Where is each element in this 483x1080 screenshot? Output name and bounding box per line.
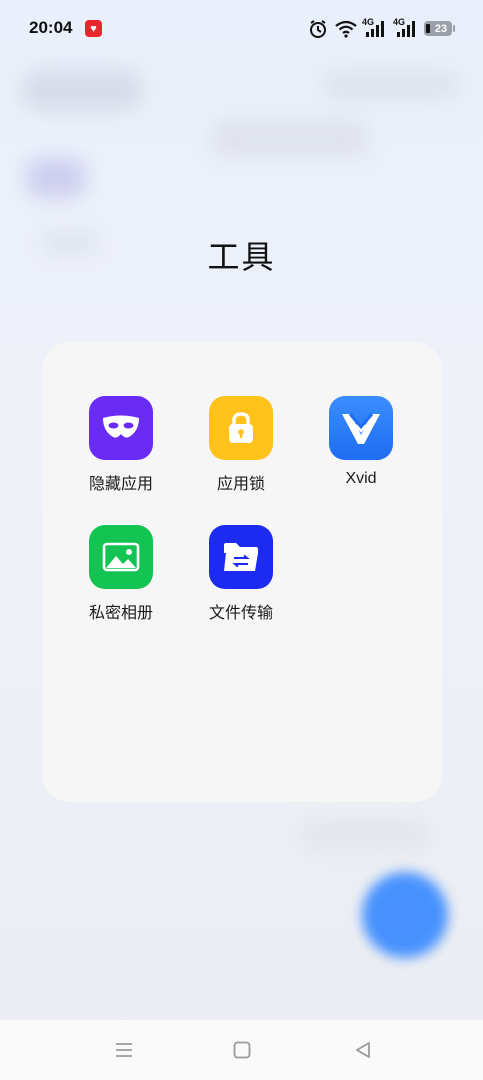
app-file-transfer[interactable]: 文件传输 bbox=[186, 525, 296, 635]
app-hidden-apps[interactable]: 隐藏应用 bbox=[66, 396, 176, 506]
folder-title[interactable]: 工具 bbox=[0, 232, 483, 278]
app-label: 隐藏应用 bbox=[88, 476, 153, 493]
mask-icon bbox=[89, 396, 153, 460]
background-widget bbox=[22, 70, 142, 110]
battery-cap bbox=[453, 25, 455, 32]
home-icon[interactable] bbox=[230, 1038, 254, 1062]
background-widget bbox=[210, 118, 370, 158]
status-time: 20:04 bbox=[29, 18, 73, 37]
notification-app-icon: ♥ bbox=[85, 20, 102, 37]
folder-transfer-icon bbox=[209, 525, 273, 589]
signal-icon bbox=[397, 21, 415, 37]
lock-icon bbox=[209, 396, 273, 460]
back-icon[interactable] bbox=[351, 1038, 375, 1062]
signal-icon bbox=[366, 21, 384, 37]
background-widget bbox=[26, 158, 86, 198]
app-label: 文件传输 bbox=[208, 605, 273, 622]
battery-icon: 23 bbox=[424, 21, 452, 36]
menu-icon[interactable] bbox=[112, 1038, 136, 1062]
wifi-icon bbox=[335, 20, 357, 38]
app-private-album[interactable]: 私密相册 bbox=[66, 525, 176, 635]
app-folder: 隐藏应用 应用锁 Xvid 私密相册 文件传输 bbox=[42, 342, 442, 802]
status-bar: 20:04 ♥ 4G 4G 23 bbox=[0, 0, 483, 56]
alarm-icon bbox=[310, 20, 326, 38]
xvid-logo-icon bbox=[329, 396, 393, 460]
battery-level: 23 bbox=[434, 22, 448, 35]
floating-button-blurred bbox=[362, 872, 448, 958]
app-label: 应用锁 bbox=[216, 476, 265, 493]
app-app-lock[interactable]: 应用锁 bbox=[186, 396, 296, 506]
app-label: Xvid bbox=[345, 470, 377, 487]
background-widget bbox=[320, 70, 460, 100]
background-widget bbox=[300, 818, 430, 852]
app-label: 私密相册 bbox=[88, 605, 153, 622]
app-xvid[interactable]: Xvid bbox=[306, 396, 416, 506]
photo-icon bbox=[89, 525, 153, 589]
navigation-bar bbox=[0, 1020, 483, 1080]
